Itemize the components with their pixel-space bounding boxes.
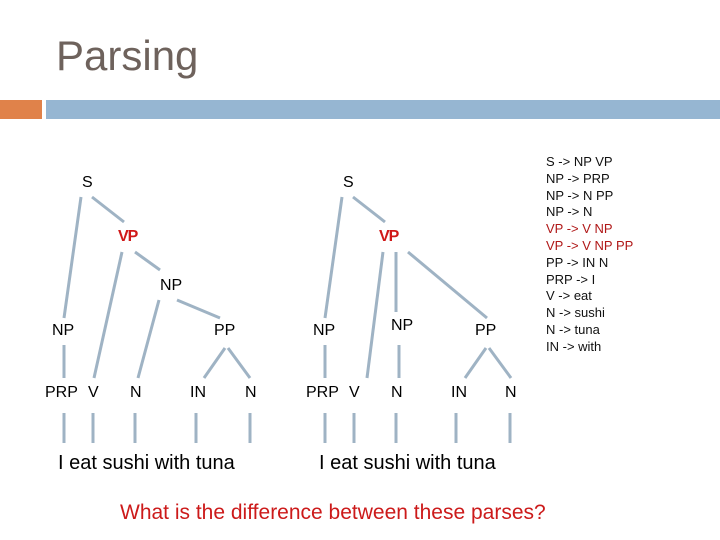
edge-right-pp-in [463,347,488,379]
right-node-np-object: NP [391,317,414,334]
left-node-in: IN [190,384,206,401]
left-node-prp: PRP [45,384,78,401]
edge-right-s-np [323,196,344,319]
right-node-prp: PRP [306,384,339,401]
left-node-pp: PP [214,322,236,339]
edge-left-vp-v [92,251,124,379]
question-text: What is the difference between these par… [120,501,546,524]
grammar-rule: VP -> V NP [546,221,613,237]
grammar-rule: PRP -> I [546,271,596,287]
right-node-n2: N [505,384,517,401]
edge-left-s-np [62,196,83,319]
edge-left-pp-n [226,347,252,379]
edge-right-pp-n [487,347,513,379]
left-node-n: N [130,384,142,401]
left-node-vp: VP [118,228,138,245]
edge-right-vp-pp [407,250,488,320]
grammar-rule: V -> eat [546,288,592,304]
grammar-rule: PP -> IN N [546,254,609,270]
edge-right-vp-v [365,251,385,379]
grammar-rules: S -> NP VP NP -> PRP NP -> N PP NP -> N … [546,154,633,356]
grammar-rule: VP -> V NP PP [546,237,634,253]
left-node-v: V [88,384,99,401]
left-sentence: I eat sushi with tuna [58,452,235,474]
left-node-n2: N [245,384,257,401]
edge-right-s-vp [352,195,386,224]
right-node-n: N [391,384,403,401]
right-node-in: IN [451,384,467,401]
grammar-rule: IN -> with [546,338,602,354]
left-node-np-object: NP [160,277,183,294]
grammar-rule: NP -> N [546,204,593,220]
grammar-rule: NP -> PRP [546,170,610,186]
grammar-rule: N -> tuna [546,321,600,337]
edge-left-np-pp [176,298,221,320]
grammar-rule: S -> NP VP [546,154,613,169]
edge-left-s-vp [91,195,125,224]
right-node-vp: VP [379,228,399,245]
left-node-np-subject: NP [52,322,75,339]
right-node-s: S [343,174,354,191]
left-node-s: S [82,174,93,191]
right-sentence: I eat sushi with tuna [319,452,496,474]
grammar-rule: N -> sushi [546,305,605,321]
right-node-np-subject: NP [313,322,336,339]
edge-left-np-n [136,299,161,379]
edge-left-pp-in [202,347,227,379]
right-node-v: V [349,384,360,401]
edge-left-vp-np [134,250,161,272]
right-node-pp: PP [475,322,497,339]
grammar-rule: NP -> N PP [546,187,614,203]
